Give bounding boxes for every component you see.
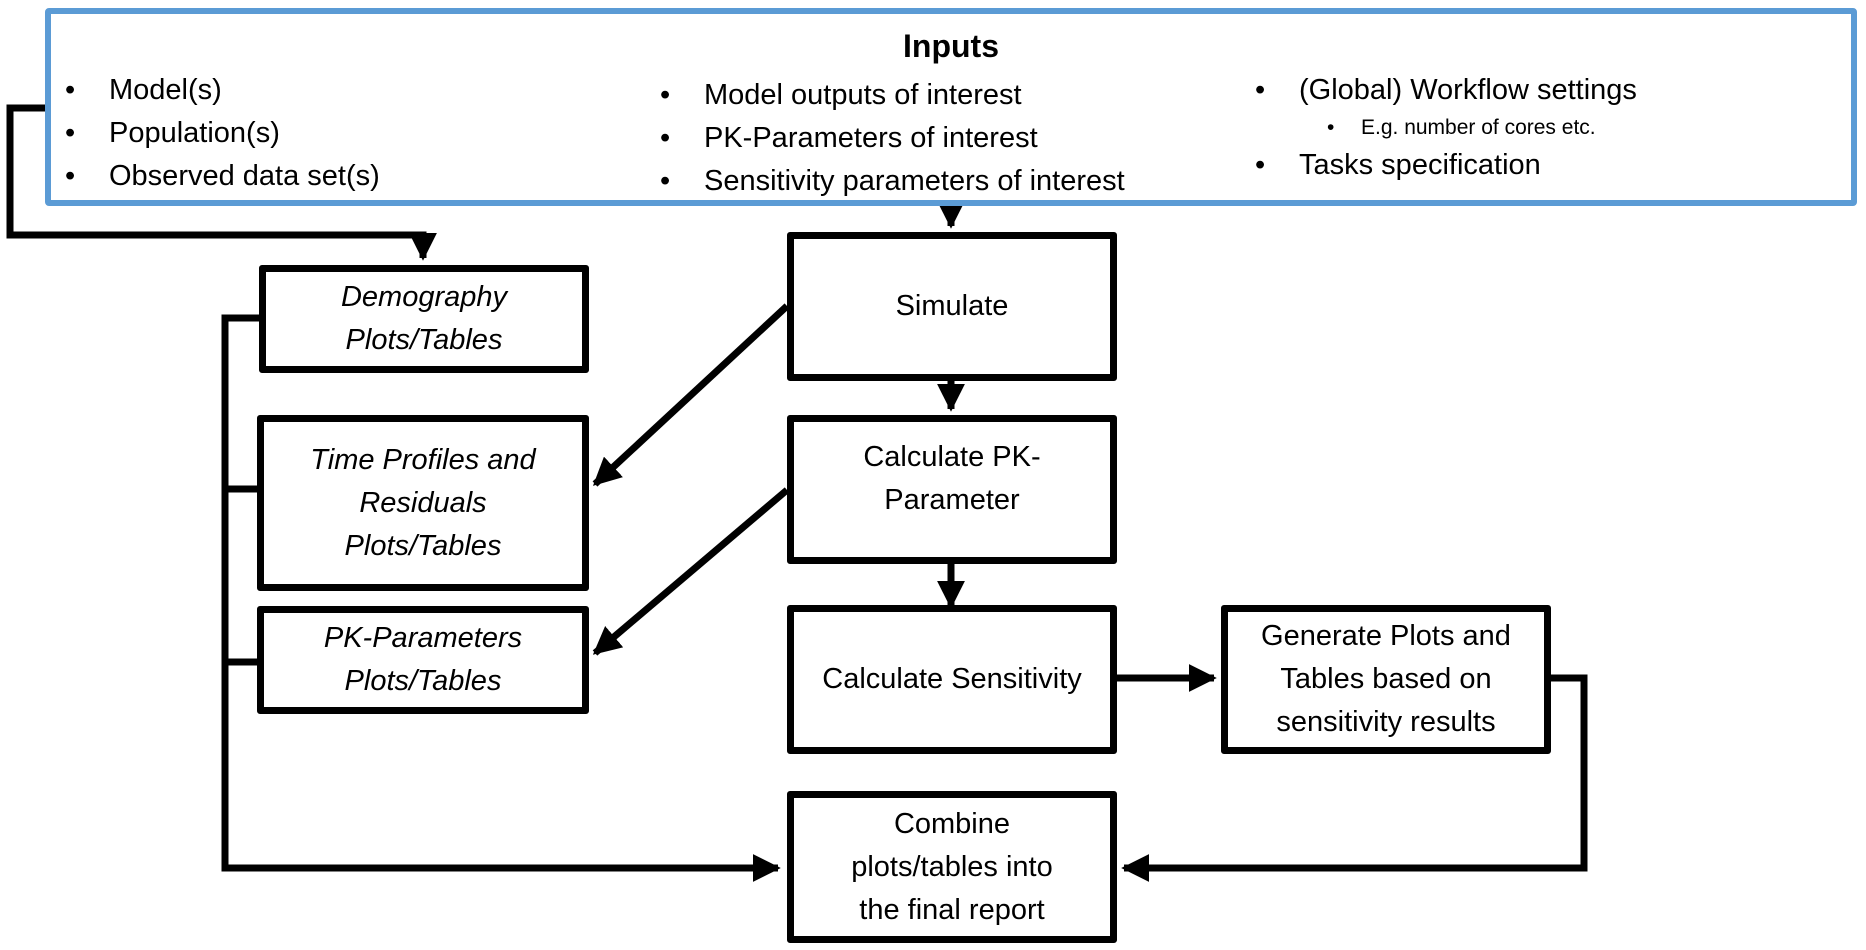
input-item: Observed data set(s) — [61, 155, 380, 198]
edge-plots-bus-to-combine — [221, 314, 781, 882]
input-item: Model(s) — [61, 69, 380, 112]
input-item: Tasks specification — [1251, 144, 1637, 187]
edge-calculate-pk-to-pk-plots — [592, 487, 790, 656]
input-subitem: E.g. number of cores etc. — [1251, 112, 1637, 144]
input-item: Sensitivity parameters of interest — [656, 160, 1125, 203]
inputs-column-data: Model(s) Population(s) Observed data set… — [61, 69, 380, 198]
node-time-profiles-plots: Time Profiles and Residuals Plots/Tables — [257, 415, 589, 591]
inputs-column-interest: Model outputs of interest PK-Parameters … — [656, 74, 1125, 203]
input-item: Population(s) — [61, 112, 380, 155]
edge-simulate-to-time-profiles — [592, 303, 790, 487]
input-item: PK-Parameters of interest — [656, 117, 1125, 160]
node-calculate-sensitivity: Calculate Sensitivity — [787, 605, 1117, 754]
input-item: (Global) Workflow settings — [1251, 69, 1637, 112]
inputs-title: Inputs — [903, 28, 999, 64]
node-demography-plots: Demography Plots/Tables — [259, 265, 589, 373]
node-combine-final-report: Combine plots/tables into the final repo… — [787, 791, 1117, 943]
node-simulate: Simulate — [787, 232, 1117, 381]
inputs-box: Inputs Model(s) Population(s) Observed d… — [45, 8, 1857, 206]
node-generate-sensitivity-plots: Generate Plots and Tables based on sensi… — [1221, 605, 1551, 754]
node-calculate-pk-parameter: Calculate PK- Parameter — [787, 415, 1117, 564]
inputs-column-settings: (Global) Workflow settings E.g. number o… — [1251, 69, 1637, 187]
node-pk-parameters-plots: PK-Parameters Plots/Tables — [257, 606, 589, 714]
input-item: Model outputs of interest — [656, 74, 1125, 117]
